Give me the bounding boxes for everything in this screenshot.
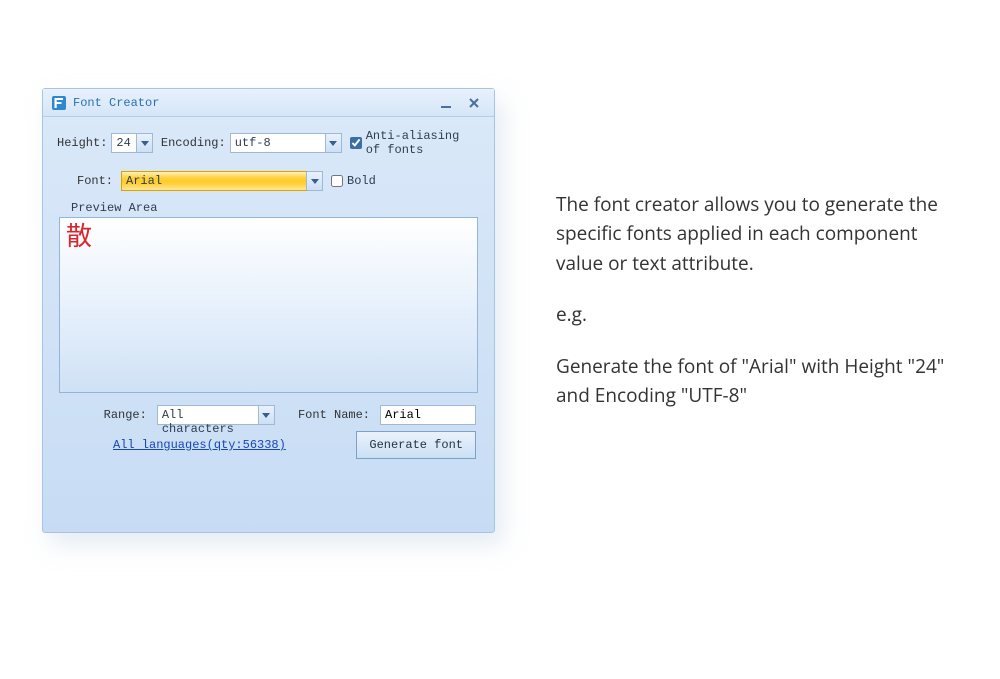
chevron-down-icon[interactable] — [325, 134, 341, 152]
window-title: Font Creator — [73, 96, 159, 110]
font-combo[interactable]: Arial — [121, 171, 323, 191]
encoding-combo[interactable]: utf-8 — [230, 133, 342, 153]
preview-label: Preview Area — [71, 201, 480, 215]
explain-p1: The font creator allows you to generate … — [556, 190, 966, 278]
range-combo[interactable]: All characters — [157, 405, 275, 425]
fontname-label: Font Name: — [298, 408, 370, 422]
explain-p2: e.g. — [556, 300, 966, 329]
chevron-down-icon[interactable] — [258, 406, 274, 424]
antialias-checkbox[interactable]: Anti-aliasing of fonts — [350, 129, 480, 157]
encoding-value: utf-8 — [231, 134, 325, 152]
bold-checkbox[interactable]: Bold — [331, 174, 376, 188]
fontname-input[interactable] — [380, 405, 476, 425]
font-creator-window: Font Creator Height: 24 — [42, 88, 495, 533]
antialias-input[interactable] — [350, 137, 362, 149]
font-value: Arial — [121, 171, 307, 191]
range-value: All characters — [158, 406, 258, 424]
minimize-button[interactable] — [434, 94, 458, 112]
chevron-down-icon[interactable] — [136, 134, 152, 152]
explain-p3: Generate the font of "Arial" with Height… — [556, 352, 966, 411]
app-icon — [51, 95, 67, 111]
font-label: Font: — [77, 174, 113, 188]
close-button[interactable] — [462, 94, 486, 112]
bold-label: Bold — [347, 174, 376, 188]
encoding-label: Encoding: — [161, 136, 226, 150]
range-label: Range: — [104, 408, 147, 422]
chevron-down-icon[interactable] — [306, 172, 322, 190]
explanation-block: The font creator allows you to generate … — [556, 190, 966, 433]
bold-input[interactable] — [331, 175, 343, 187]
preview-glyph: 散 — [66, 216, 92, 253]
generate-font-button[interactable]: Generate font — [356, 431, 476, 459]
preview-area: 散 — [59, 217, 478, 393]
height-combo[interactable]: 24 — [111, 133, 153, 153]
all-languages-link[interactable]: All languages(qty:56338) — [113, 438, 286, 452]
height-value: 24 — [112, 134, 136, 152]
height-label: Height: — [57, 136, 107, 150]
titlebar: Font Creator — [43, 89, 494, 117]
antialias-label: Anti-aliasing of fonts — [366, 129, 480, 157]
